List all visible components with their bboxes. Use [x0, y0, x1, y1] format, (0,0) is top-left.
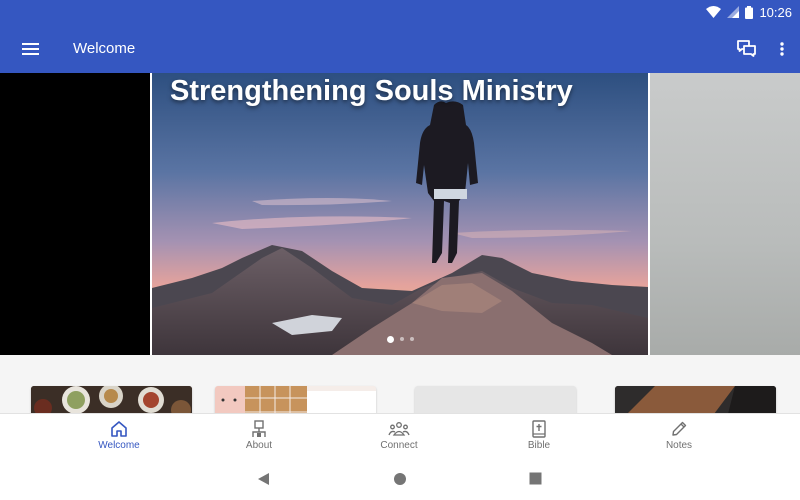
carousel-dot[interactable] [399, 337, 404, 341]
content-cards [0, 355, 800, 413]
chat-icon [736, 40, 756, 57]
bible-icon [532, 420, 546, 438]
nav-label: Welcome [98, 440, 140, 451]
content-card[interactable] [31, 386, 192, 413]
card-image-food [31, 386, 192, 413]
system-navigation-bar [0, 463, 800, 500]
content-card[interactable] [615, 386, 776, 413]
overflow-menu-button[interactable] [764, 24, 800, 73]
chat-button[interactable] [728, 24, 764, 73]
recents-icon[interactable] [529, 472, 542, 485]
card-image-notebook [215, 386, 376, 413]
carousel-slide-current[interactable]: Strengthening Souls Ministry [152, 73, 648, 355]
slide-title: Strengthening Souls Ministry [170, 75, 573, 107]
content-card[interactable] [415, 386, 576, 413]
about-icon [252, 420, 266, 437]
nav-item-connect[interactable]: Connect [354, 420, 444, 451]
more-vert-icon [780, 41, 784, 56]
home-icon [111, 421, 127, 437]
nav-item-about[interactable]: About [214, 420, 304, 451]
hero-image [152, 73, 648, 355]
content-card[interactable] [215, 386, 376, 413]
menu-button[interactable] [0, 24, 60, 73]
carousel-dot[interactable] [409, 337, 414, 341]
nav-label: Notes [665, 440, 693, 451]
nav-item-notes[interactable]: Notes [634, 420, 724, 451]
page-title: Welcome [73, 40, 136, 57]
status-bar: 10:26 [0, 0, 800, 24]
nav-item-bible[interactable]: Bible [494, 420, 584, 451]
home-circle-icon[interactable] [393, 472, 407, 486]
wifi-icon [706, 6, 722, 18]
app-bar: Welcome [0, 24, 800, 73]
signal-icon [727, 6, 740, 18]
carousel-slide-previous[interactable] [0, 73, 150, 355]
pencil-icon [672, 421, 687, 436]
nav-label: Connect [380, 440, 418, 451]
carousel-slide-next[interactable] [650, 73, 800, 355]
card-image-wood [615, 386, 776, 413]
people-icon [388, 422, 410, 436]
nav-label: Bible [527, 440, 551, 451]
battery-icon [745, 5, 754, 19]
clock: 10:26 [759, 4, 792, 20]
carousel-indicators [0, 336, 800, 343]
back-icon[interactable] [257, 472, 270, 486]
nav-label: About [245, 440, 273, 451]
hero-carousel[interactable]: Strengthening Souls Ministry [0, 73, 800, 355]
carousel-dot-active[interactable] [386, 336, 394, 343]
bottom-navigation: Welcome About Connect Bible Notes [0, 413, 800, 463]
nav-item-welcome[interactable]: Welcome [74, 420, 164, 451]
hamburger-icon [21, 42, 39, 55]
